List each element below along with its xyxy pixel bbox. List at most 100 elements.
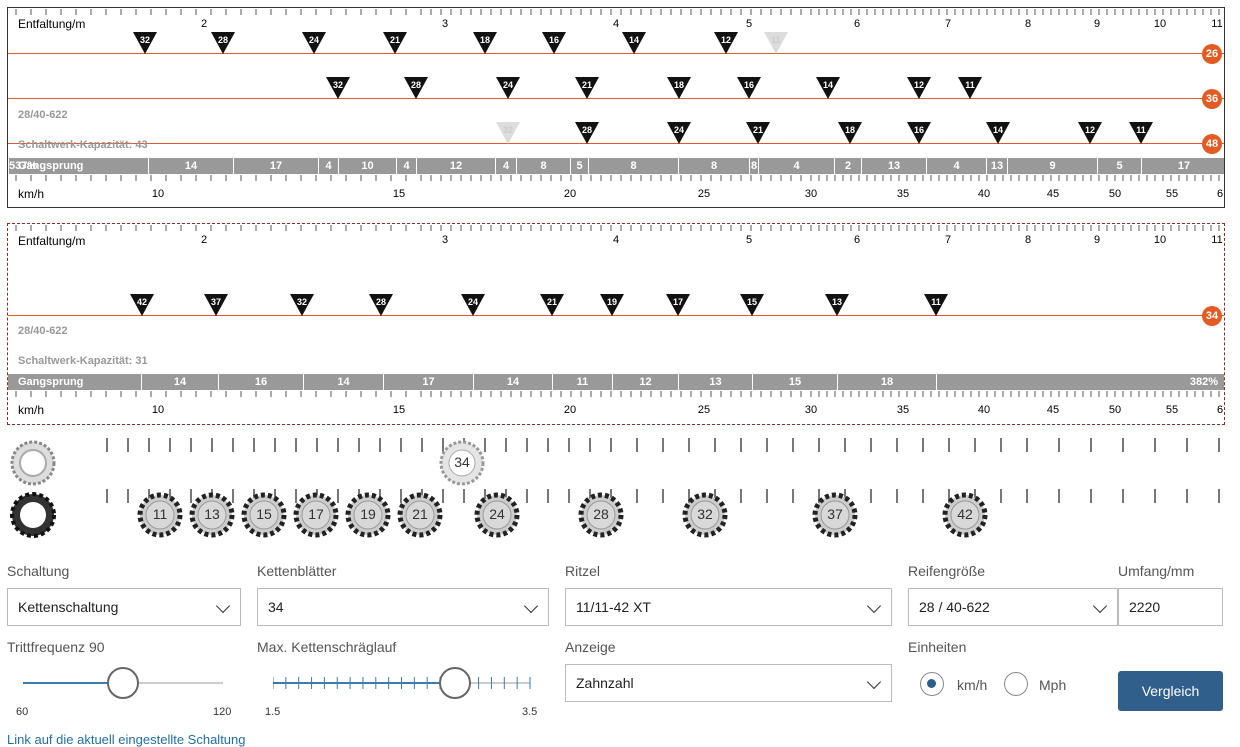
tick-label: 55 bbox=[1165, 404, 1179, 416]
cog-marker[interactable]: 18 bbox=[473, 32, 497, 54]
gangsprung-cell: 4 bbox=[926, 158, 986, 174]
anzeige-select[interactable]: Zahnzahl bbox=[565, 664, 892, 702]
cog-label: 18 bbox=[479, 35, 490, 45]
tick-label: 10 bbox=[151, 188, 165, 200]
cog-label: 12 bbox=[913, 80, 924, 90]
chainring-line-36 bbox=[8, 98, 1224, 99]
trittfrequenz-slider-handle[interactable] bbox=[107, 667, 139, 699]
rear-cog-15[interactable]: 15 bbox=[239, 490, 289, 540]
unit-mph-radio[interactable] bbox=[1004, 672, 1028, 696]
rear-cog-21[interactable]: 21 bbox=[395, 490, 445, 540]
tick-label: 9 bbox=[1093, 234, 1101, 246]
cog-marker[interactable]: 11 bbox=[958, 77, 982, 99]
cog-marker[interactable]: 37 bbox=[204, 294, 228, 316]
ritzel-select[interactable]: 11/11-42 XT bbox=[565, 588, 892, 626]
cog-label: 42 bbox=[136, 297, 147, 307]
rear-cog-32[interactable]: 32 bbox=[680, 490, 730, 540]
cog-marker[interactable]: 12 bbox=[907, 77, 931, 99]
schaltung-select[interactable]: Kettenschaltung bbox=[7, 588, 241, 626]
cog-marker[interactable]: 21 bbox=[383, 32, 407, 54]
schaltung-label: Schaltung bbox=[7, 563, 70, 579]
cog-marker[interactable]: 28 bbox=[211, 32, 235, 54]
reifen-select[interactable]: 28 / 40-622 bbox=[908, 588, 1118, 626]
chainring-icon[interactable] bbox=[8, 438, 58, 488]
cog-marker[interactable]: 24 bbox=[667, 122, 691, 144]
cog-marker[interactable]: 15 bbox=[740, 294, 764, 316]
gangsprung-cell: 4 bbox=[396, 158, 416, 174]
cog-marker[interactable]: 18 bbox=[667, 77, 691, 99]
rear-cog-42[interactable]: 42 bbox=[940, 490, 990, 540]
gangsprung-cell: 13 bbox=[986, 158, 1007, 174]
cog-marker[interactable]: 21 bbox=[746, 122, 770, 144]
tick-label: 35 bbox=[896, 188, 910, 200]
cog-marker[interactable]: 17 bbox=[666, 294, 690, 316]
umfang-input[interactable]: 2220 bbox=[1118, 588, 1223, 626]
rear-cog-11[interactable]: 11 bbox=[135, 490, 185, 540]
cog-label: 15 bbox=[746, 297, 757, 307]
cog-marker[interactable]: 18 bbox=[838, 122, 862, 144]
cog-marker[interactable]: 24 bbox=[302, 32, 326, 54]
rear-cog-17[interactable]: 17 bbox=[291, 490, 341, 540]
schraeglauf-slider-handle[interactable] bbox=[439, 667, 471, 699]
cog-marker[interactable]: 28 bbox=[575, 122, 599, 144]
tick-label: 11 bbox=[1211, 234, 1223, 246]
cog-marker[interactable]: 16 bbox=[542, 32, 566, 54]
cog-marker[interactable]: 28 bbox=[369, 294, 393, 316]
tick-label: 20 bbox=[563, 188, 577, 200]
rear-cog-37[interactable]: 37 bbox=[810, 490, 860, 540]
gangsprung-cell: 2 bbox=[834, 158, 861, 174]
rear-cog-label: 37 bbox=[827, 506, 843, 522]
cassette-icon[interactable] bbox=[8, 490, 58, 540]
cog-label: 21 bbox=[581, 80, 592, 90]
vergleich-button[interactable]: Vergleich bbox=[1118, 671, 1223, 711]
gangsprung-cell: 10 bbox=[338, 158, 396, 174]
cog-marker[interactable]: 24 bbox=[496, 77, 520, 99]
rear-cog-13[interactable]: 13 bbox=[187, 490, 237, 540]
cog-label: 19 bbox=[606, 297, 617, 307]
chainring-badge-26[interactable]: 26 bbox=[1202, 44, 1222, 64]
cog-marker[interactable]: 24 bbox=[461, 294, 485, 316]
cog-marker[interactable]: 13 bbox=[825, 294, 849, 316]
cog-marker[interactable]: 14 bbox=[816, 77, 840, 99]
rear-cog-28[interactable]: 28 bbox=[576, 490, 626, 540]
cog-marker[interactable]: 14 bbox=[986, 122, 1010, 144]
tick-label: 35 bbox=[896, 404, 910, 416]
front-chainring-34[interactable]: 34 bbox=[437, 438, 487, 488]
cog-marker[interactable]: 21 bbox=[540, 294, 564, 316]
chainring-badge-34[interactable]: 34 bbox=[1202, 306, 1222, 326]
rear-cog-24[interactable]: 24 bbox=[472, 490, 522, 540]
cog-marker[interactable]: 32 bbox=[326, 77, 350, 99]
gangsprung-cell: 13 bbox=[678, 374, 752, 390]
unit-kmh-radio[interactable] bbox=[920, 672, 944, 696]
gangsprung-cell: 12 bbox=[416, 158, 495, 174]
cog-label: 14 bbox=[992, 125, 1003, 135]
tick-label: 50 bbox=[1108, 188, 1122, 200]
cog-marker[interactable]: 32 bbox=[290, 294, 314, 316]
cog-marker[interactable]: 21 bbox=[575, 77, 599, 99]
kettenblaetter-select[interactable]: 34 bbox=[257, 588, 549, 626]
rear-cog-label: 21 bbox=[412, 506, 428, 522]
cog-marker[interactable]: 16 bbox=[907, 122, 931, 144]
cog-marker[interactable]: 12 bbox=[714, 32, 738, 54]
cog-marker[interactable]: 12 bbox=[1078, 122, 1102, 144]
cog-marker[interactable]: 28 bbox=[404, 77, 428, 99]
cog-marker[interactable]: 11 bbox=[1129, 122, 1153, 144]
tick-label: 6 bbox=[853, 18, 861, 30]
tick-label: 10 bbox=[1153, 234, 1167, 246]
cog-marker[interactable]: 16 bbox=[737, 77, 761, 99]
rear-cog-19[interactable]: 19 bbox=[343, 490, 393, 540]
cog-marker[interactable]: 14 bbox=[622, 32, 646, 54]
kettenblaetter-value: 34 bbox=[268, 599, 284, 615]
cog-marker[interactable]: 11 bbox=[924, 294, 948, 316]
chainring-badge-36[interactable]: 36 bbox=[1202, 89, 1222, 109]
cog-label: 21 bbox=[389, 35, 400, 45]
cog-marker[interactable]: 19 bbox=[600, 294, 624, 316]
cog-marker[interactable]: 32 bbox=[133, 32, 157, 54]
gangsprung-cell: 4 bbox=[318, 158, 338, 174]
cog-marker[interactable]: 11 bbox=[764, 32, 788, 54]
cog-label: 24 bbox=[467, 297, 478, 307]
chainring-badge-48[interactable]: 48 bbox=[1202, 134, 1222, 154]
cog-marker[interactable]: 32 bbox=[496, 122, 520, 144]
gangsprung-cell: 382% bbox=[936, 374, 1226, 390]
cog-marker[interactable]: 42 bbox=[130, 294, 154, 316]
